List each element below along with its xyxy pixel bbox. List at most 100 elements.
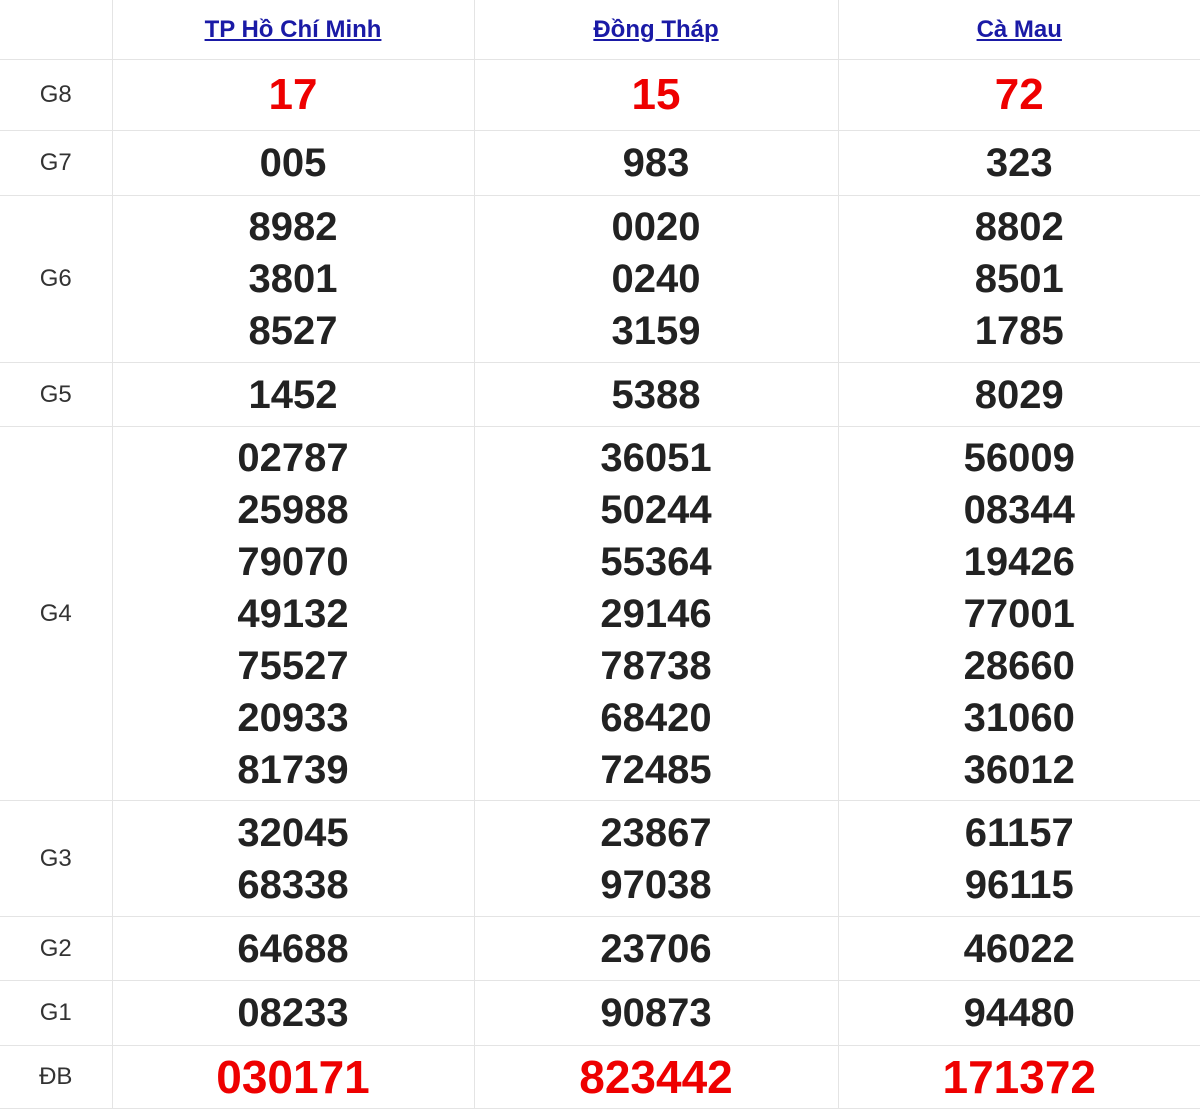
result-cell: 15 — [473, 59, 839, 131]
result-cell: 823442 — [473, 1045, 839, 1109]
result-number: 171372 — [942, 1051, 1097, 1103]
result-number: 49132 — [237, 591, 349, 636]
prize-row-g1: G1 08233 90873 94480 — [0, 980, 1200, 1046]
result-number: 323 — [985, 141, 1053, 185]
prize-row-g5: G5 1452 5388 8029 — [0, 362, 1200, 427]
result-number: 02787 — [237, 435, 349, 480]
result-number: 50244 — [600, 487, 712, 532]
result-number: 78738 — [600, 643, 712, 688]
prize-label: G6 — [0, 195, 113, 363]
result-cell: 61157 96115 — [837, 800, 1200, 917]
result-cell: 08233 — [111, 980, 475, 1046]
prize-label: ĐB — [0, 1045, 113, 1109]
result-number: 79070 — [237, 539, 349, 584]
prize-label: G5 — [0, 362, 113, 427]
result-number: 25988 — [237, 487, 349, 532]
prize-label: G8 — [0, 59, 113, 131]
result-number: 15 — [631, 70, 681, 119]
prize-row-g4: G4 02787 25988 79070 49132 75527 20933 81739 3… — [0, 426, 1200, 801]
province-link-dong-thap[interactable]: Đồng Tháp — [593, 16, 718, 43]
prize-label: G4 — [0, 426, 113, 801]
prize-label: G1 — [0, 980, 113, 1046]
result-number: 5388 — [611, 372, 701, 417]
result-cell: 23867 97038 — [473, 800, 839, 917]
result-number: 36051 — [600, 435, 712, 480]
result-number: 68338 — [237, 862, 349, 907]
result-number: 3159 — [611, 309, 701, 353]
result-cell: 983 — [473, 130, 839, 196]
result-cell: 02787 25988 79070 49132 75527 20933 81739 — [111, 426, 475, 801]
result-number: 23867 — [600, 810, 712, 855]
result-cell: 90873 — [473, 980, 839, 1046]
result-number: 1452 — [248, 372, 338, 417]
result-cell: 8802 8501 1785 — [837, 195, 1200, 363]
result-number: 8802 — [974, 205, 1064, 249]
province-link-ca-mau[interactable]: Cà Mau — [977, 16, 1062, 43]
result-number: 28660 — [963, 643, 1075, 688]
result-number: 823442 — [579, 1051, 733, 1103]
result-number: 08233 — [237, 991, 349, 1035]
result-number: 55364 — [600, 539, 712, 584]
result-cell: 323 — [837, 130, 1200, 196]
result-number: 75527 — [237, 643, 349, 688]
result-number: 23706 — [600, 926, 712, 971]
result-number: 8501 — [974, 257, 1064, 301]
result-number: 20933 — [237, 695, 349, 740]
result-number: 29146 — [600, 591, 712, 636]
result-number: 0240 — [611, 257, 701, 301]
result-cell: 46022 — [837, 916, 1200, 981]
result-cell: 8029 — [837, 362, 1200, 427]
result-number: 77001 — [963, 591, 1075, 636]
prize-row-g3: G3 32045 68338 23867 97038 61157 96115 — [0, 800, 1200, 917]
prize-label: G3 — [0, 800, 113, 917]
result-number: 983 — [622, 141, 690, 185]
prize-row-g6: G6 8982 3801 8527 0020 0240 3159 8802 8501 178… — [0, 195, 1200, 363]
lottery-results-table: TP Hồ Chí Minh Đồng Tháp Cà Mau G8 17 15… — [0, 0, 1200, 1109]
result-cell: 72 — [837, 59, 1200, 131]
prize-row-g7: G7 005 983 323 — [0, 130, 1200, 196]
result-number: 31060 — [963, 695, 1075, 740]
province-header-0: TP Hồ Chí Minh — [111, 0, 475, 60]
prize-label: G7 — [0, 130, 113, 196]
result-number: 0020 — [611, 205, 701, 249]
prize-row-g2: G2 64688 23706 46022 — [0, 916, 1200, 981]
result-number: 96115 — [964, 862, 1074, 907]
result-number: 61157 — [964, 810, 1074, 855]
province-header-row: TP Hồ Chí Minh Đồng Tháp Cà Mau — [0, 0, 1200, 60]
result-number: 1785 — [974, 309, 1064, 353]
result-cell: 005 — [111, 130, 475, 196]
result-cell: 5388 — [473, 362, 839, 427]
result-number: 90873 — [600, 991, 712, 1035]
result-number: 97038 — [600, 862, 712, 907]
result-number: 3801 — [248, 257, 338, 301]
result-number: 64688 — [237, 926, 349, 971]
prize-row-g8: G8 17 15 72 — [0, 59, 1200, 131]
province-header-2: Cà Mau — [837, 0, 1200, 60]
result-number: 005 — [259, 141, 327, 185]
result-number: 8527 — [248, 309, 338, 353]
result-number: 17 — [268, 70, 318, 119]
result-number: 030171 — [216, 1051, 370, 1103]
prize-label: G2 — [0, 916, 113, 981]
result-cell: 36051 50244 55364 29146 78738 68420 72485 — [473, 426, 839, 801]
result-cell: 23706 — [473, 916, 839, 981]
result-cell: 0020 0240 3159 — [473, 195, 839, 363]
result-number: 08344 — [963, 487, 1075, 532]
province-link-tp-ho-chi-minh[interactable]: TP Hồ Chí Minh — [205, 16, 382, 43]
province-header-1: Đồng Tháp — [473, 0, 839, 60]
result-cell: 8982 3801 8527 — [111, 195, 475, 363]
result-cell: 56009 08344 19426 77001 28660 31060 36012 — [837, 426, 1200, 801]
result-cell: 32045 68338 — [111, 800, 475, 917]
result-number: 81739 — [237, 747, 349, 792]
result-cell: 1452 — [111, 362, 475, 427]
result-cell: 94480 — [837, 980, 1200, 1046]
result-number: 19426 — [963, 539, 1075, 584]
result-number: 8029 — [974, 372, 1064, 417]
result-number: 32045 — [237, 810, 349, 855]
prize-row-special: ĐB 030171 823442 171372 — [0, 1045, 1200, 1109]
result-number: 8982 — [248, 205, 338, 249]
result-cell: 030171 — [111, 1045, 475, 1109]
result-cell: 171372 — [837, 1045, 1200, 1109]
result-number: 36012 — [963, 747, 1075, 792]
result-number: 94480 — [963, 991, 1075, 1035]
